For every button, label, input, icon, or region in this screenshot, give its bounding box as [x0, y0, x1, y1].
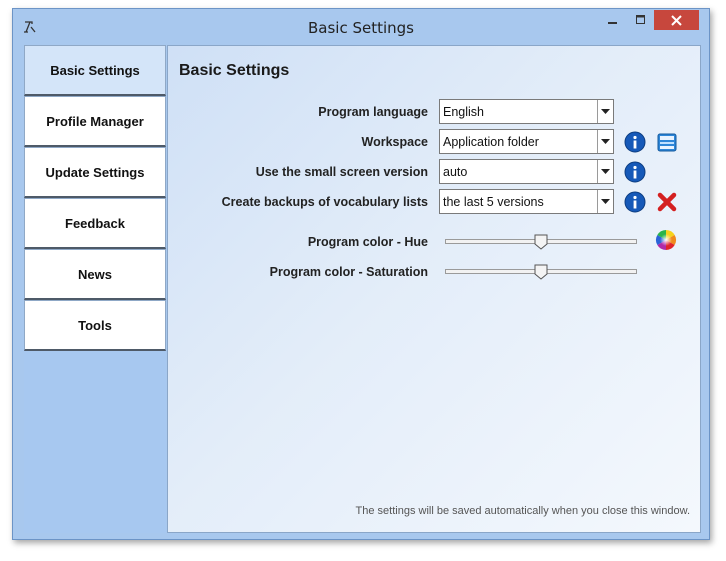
sidebar-nav: Basic Settings Profile Manager Update Se… — [24, 45, 166, 533]
program-language-select[interactable]: English — [439, 99, 614, 124]
chevron-down-icon[interactable] — [597, 100, 613, 123]
color-wheel-icon[interactable] — [655, 229, 677, 251]
small-screen-info-icon[interactable] — [624, 161, 646, 183]
workspace-label: Workspace — [361, 135, 428, 149]
saturation-label: Program color - Saturation — [269, 265, 428, 279]
workspace-value: Application folder — [443, 134, 539, 149]
small-screen-select[interactable]: auto — [439, 159, 614, 184]
backups-info-icon[interactable] — [624, 191, 646, 213]
title-bar[interactable]: Basic Settings — [13, 9, 709, 45]
sidebar-item-basic-settings[interactable]: Basic Settings — [24, 45, 166, 96]
settings-window: Basic Settings Basic Settings Profile Ma… — [12, 8, 710, 540]
settings-panel: Basic Settings Program language English … — [167, 45, 701, 533]
maximize-icon — [635, 15, 645, 24]
minimize-button[interactable] — [599, 10, 626, 30]
workspace-select[interactable]: Application folder — [439, 129, 614, 154]
close-x-icon[interactable] — [656, 191, 678, 213]
sidebar-item-update-settings[interactable]: Update Settings — [24, 147, 166, 198]
small-screen-value: auto — [443, 164, 468, 179]
sidebar-item-news[interactable]: News — [24, 249, 166, 300]
minimize-icon — [607, 22, 617, 24]
saturation-slider-thumb[interactable] — [534, 264, 548, 280]
program-language-value: English — [443, 104, 484, 119]
folder-icon[interactable] — [656, 131, 678, 153]
chevron-down-icon[interactable] — [597, 160, 613, 183]
autosave-note: The settings will be saved automatically… — [355, 505, 690, 517]
page-title: Basic Settings — [179, 62, 290, 79]
close-icon — [671, 14, 682, 26]
sidebar-item-tools[interactable]: Tools — [24, 300, 166, 351]
backups-value: the last 5 versions — [443, 194, 544, 209]
backups-label: Create backups of vocabulary lists — [221, 195, 428, 209]
hue-label: Program color - Hue — [307, 235, 428, 249]
sidebar-item-profile-manager[interactable]: Profile Manager — [24, 96, 166, 147]
small-screen-label: Use the small screen version — [255, 165, 428, 179]
hue-slider[interactable] — [445, 234, 637, 250]
saturation-slider[interactable] — [445, 264, 637, 280]
hue-slider-thumb[interactable] — [534, 234, 548, 250]
maximize-button[interactable] — [627, 10, 654, 30]
close-button[interactable] — [654, 10, 699, 30]
backups-select[interactable]: the last 5 versions — [439, 189, 614, 214]
workspace-info-icon[interactable] — [624, 131, 646, 153]
chevron-down-icon[interactable] — [597, 130, 613, 153]
sidebar-item-feedback[interactable]: Feedback — [24, 198, 166, 249]
chevron-down-icon[interactable] — [597, 190, 613, 213]
program-language-label: Program language — [318, 105, 428, 119]
